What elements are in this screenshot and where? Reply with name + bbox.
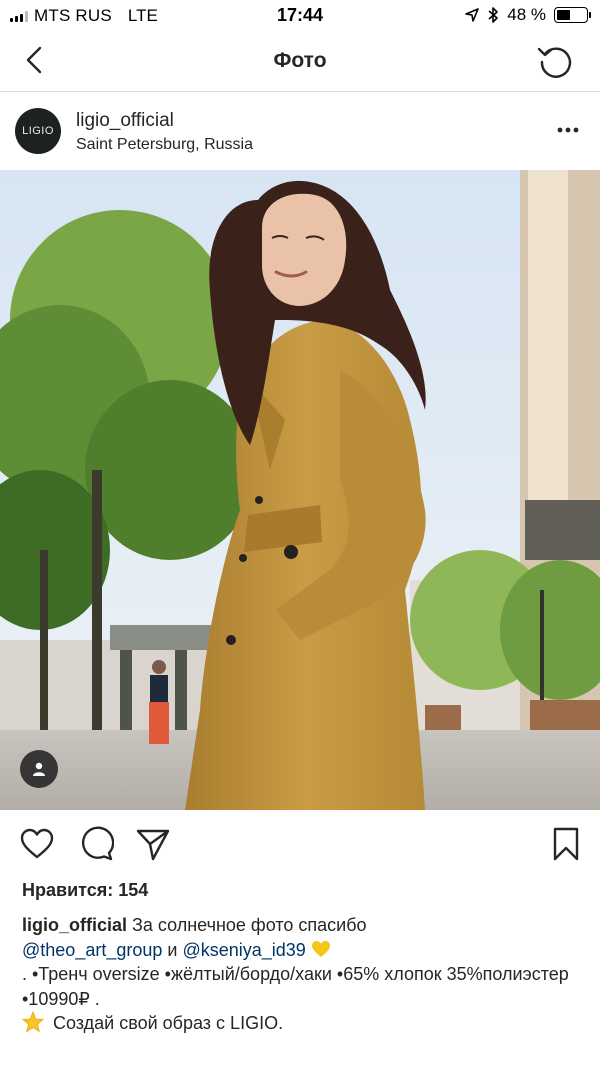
post-caption: ligio_official За солнечное фото спасибо… bbox=[22, 913, 582, 1036]
status-bar: MTS RUS LTE 17:44 48 % bbox=[0, 0, 600, 32]
caption-mention-1[interactable]: @theo_art_group bbox=[22, 940, 162, 960]
page-title: Фото bbox=[273, 49, 327, 72]
yellow-heart-icon bbox=[311, 940, 330, 957]
share-button[interactable] bbox=[135, 826, 171, 862]
nav-bar: Фото bbox=[0, 32, 600, 92]
battery-percent: 48 % bbox=[507, 5, 546, 24]
save-button[interactable] bbox=[548, 826, 584, 862]
photo-illustration bbox=[0, 170, 600, 810]
refresh-icon bbox=[537, 47, 572, 78]
caption-line-4: Создай свой образ с LIGIO. bbox=[48, 1013, 284, 1033]
bookmark-icon bbox=[553, 827, 579, 861]
user-tag-button[interactable] bbox=[20, 750, 58, 788]
glowing-star-icon bbox=[22, 1011, 44, 1033]
post-photo[interactable] bbox=[0, 170, 600, 810]
battery-icon bbox=[554, 7, 591, 23]
like-button[interactable] bbox=[19, 826, 55, 862]
caption-line-2: . •Тренч oversize •жёлтый/бордо/хаки •65… bbox=[22, 964, 569, 984]
avatar-text: LIGIO bbox=[22, 125, 54, 137]
caption-mention-2[interactable]: @kseniya_id39 bbox=[182, 940, 305, 960]
location-arrow-icon bbox=[465, 8, 480, 22]
caption-and: и bbox=[162, 939, 183, 960]
more-horizontal-icon[interactable] bbox=[556, 122, 580, 138]
comment-icon bbox=[81, 826, 115, 861]
caption-text: За солнечное фото спасибо bbox=[127, 915, 367, 935]
caption-line-3: •10990₽ . bbox=[22, 988, 100, 1009]
post-actions bbox=[0, 810, 600, 880]
paper-plane-icon bbox=[136, 829, 170, 861]
bluetooth-icon bbox=[488, 7, 499, 23]
avatar[interactable]: LIGIO bbox=[15, 108, 61, 154]
likes-count[interactable]: Нравится: 154 bbox=[22, 880, 148, 901]
comment-button[interactable] bbox=[78, 826, 115, 862]
battery-fill bbox=[557, 10, 571, 20]
heart-icon bbox=[20, 828, 54, 859]
post-username[interactable]: ligio_official bbox=[76, 110, 174, 132]
caption-username[interactable]: ligio_official bbox=[22, 915, 127, 935]
status-right: 48 % bbox=[465, 5, 591, 25]
person-icon bbox=[33, 762, 45, 776]
post-header: LIGIO ligio_official Saint Petersburg, R… bbox=[0, 92, 600, 170]
refresh-button[interactable] bbox=[536, 42, 574, 80]
post-location[interactable]: Saint Petersburg, Russia bbox=[76, 136, 253, 154]
